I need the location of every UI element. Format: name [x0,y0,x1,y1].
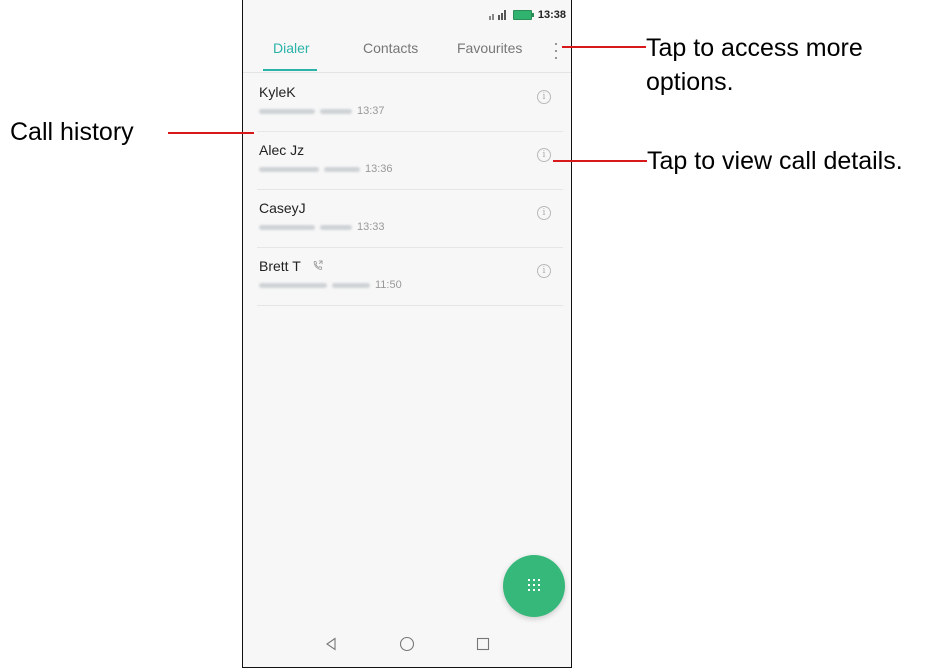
blurred-location [320,108,352,114]
caller-name: KyleK [259,84,296,100]
active-tab-indicator [263,69,317,71]
blurred-location [332,282,370,288]
info-icon[interactable]: i [537,90,551,104]
signal-icon [488,10,506,20]
callout-call-history: Call history [10,118,134,146]
caller-name: Brett T [259,258,323,274]
call-time: 13:36 [365,163,393,175]
call-time: 13:33 [357,221,385,233]
call-history-item[interactable]: Brett T 11:50 i [257,248,563,306]
call-history-list: KyleK 13:37 i Alec Jz 13:36 i CaseyJ 13:… [257,74,563,306]
call-history-item[interactable]: CaseyJ 13:33 i [257,190,563,248]
status-icons [488,10,534,20]
status-bar: 13:38 [243,0,571,30]
more-options-icon[interactable] [549,41,563,61]
navigation-bar [243,621,571,667]
tab-contacts[interactable]: Contacts [363,40,418,56]
call-meta: 13:36 [259,163,393,175]
info-icon[interactable]: i [537,148,551,162]
call-time: 13:37 [357,105,385,117]
back-button[interactable] [319,632,343,656]
caller-name: CaseyJ [259,200,306,216]
tab-bar: Dialer Contacts Favourites [243,30,571,73]
call-time: 11:50 [375,279,402,291]
blurred-number [259,282,327,288]
blurred-number [259,108,315,114]
call-meta: 13:33 [259,221,385,233]
callout-line-call-details [553,160,647,162]
recents-icon [476,637,490,651]
call-history-item[interactable]: KyleK 13:37 i [257,74,563,132]
home-button[interactable] [395,632,419,656]
blurred-number [259,224,315,230]
callout-more-options: Tap to access more options. [646,34,863,96]
callout-line-more-options [562,46,646,48]
recents-button[interactable] [471,632,495,656]
caller-name: Alec Jz [259,142,305,158]
home-icon [399,636,415,652]
call-meta: 11:50 [259,279,402,291]
battery-icon [512,10,534,20]
info-icon[interactable]: i [537,264,551,278]
callout-line-call-history [168,132,254,134]
status-time: 13:38 [537,9,566,21]
tab-dialer[interactable]: Dialer [273,40,310,56]
blurred-location [320,224,352,230]
info-icon[interactable]: i [537,206,551,220]
tab-favourites[interactable]: Favourites [457,40,522,56]
call-history-item[interactable]: Alec Jz 13:36 i [257,132,563,190]
dialpad-button[interactable] [503,555,565,617]
dialpad-icon [528,579,540,591]
callout-call-details: Tap to view call details. [647,147,903,175]
call-meta: 13:37 [259,105,385,117]
phone-screen: 13:38 Dialer Contacts Favourites KyleK 1… [242,0,572,668]
blurred-location [324,166,360,172]
blurred-number [259,166,319,172]
caller-name-text: Brett T [259,258,301,274]
outgoing-call-icon [314,260,323,270]
back-icon [326,637,336,651]
